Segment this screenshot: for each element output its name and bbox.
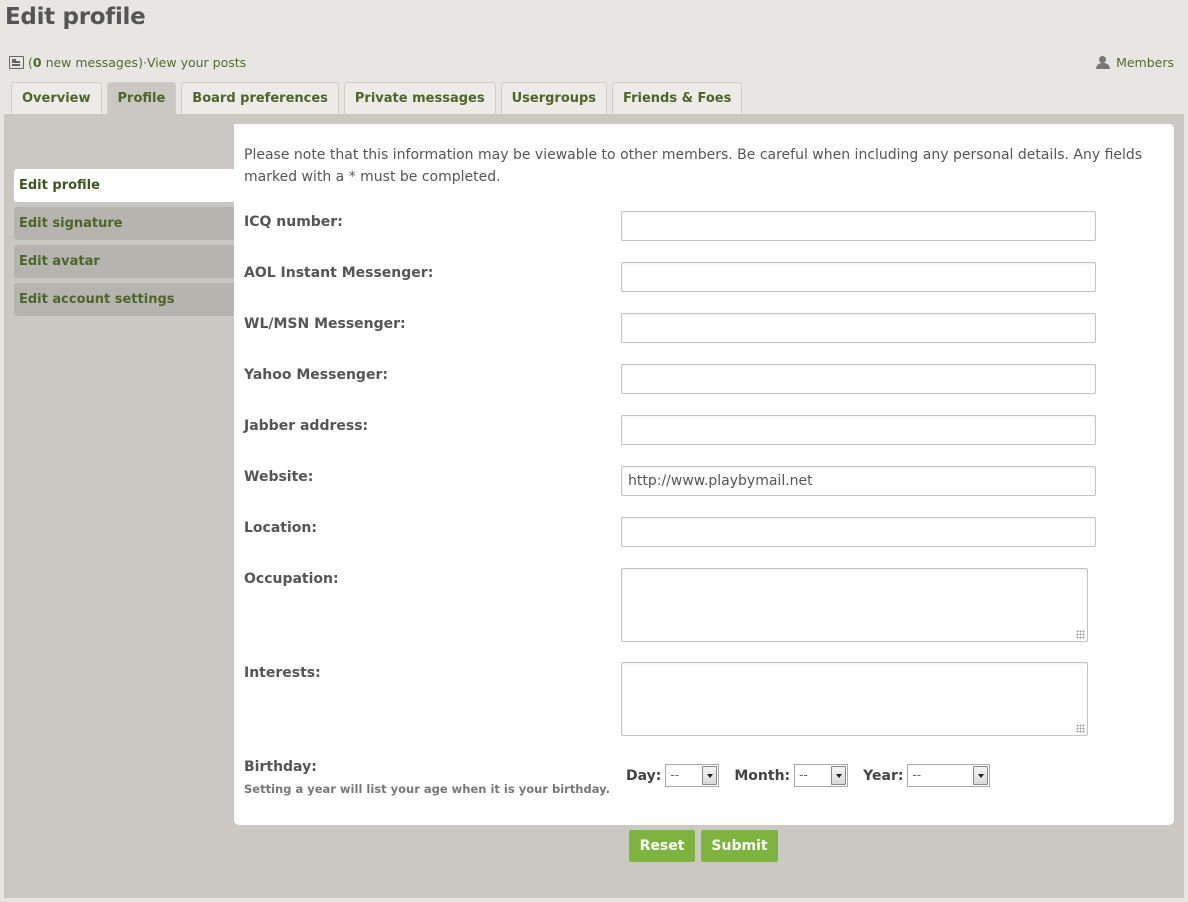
sidebar-item-edit-avatar[interactable]: Edit avatar [14,245,234,278]
sidebar-item-edit-account-settings[interactable]: Edit account settings [14,283,234,316]
jabber-label: Jabber address: [244,418,369,434]
new-messages-link[interactable]: (0 new messages) [28,55,143,70]
inbox-icon [9,56,24,69]
sidebar-item-edit-profile[interactable]: Edit profile [14,169,234,202]
resize-grip-icon[interactable] [1076,630,1085,639]
members-icon [1095,56,1111,69]
aim-input[interactable] [621,262,1096,292]
msn-input[interactable] [621,313,1096,343]
msn-label: WL/MSN Messenger: [244,316,406,332]
icq-input[interactable] [621,211,1096,241]
chevron-down-icon [702,766,718,785]
day-label: Day: [626,767,662,784]
form-notice: Please note that this information may be… [244,147,1143,185]
members-link[interactable]: Members [1095,55,1174,70]
birthday-selectors: Day: -- Month: -- Year: -- [626,764,1005,787]
tab-friends-foes[interactable]: Friends & Foes [612,82,743,114]
website-input[interactable]: http://www.playbymail.net [621,466,1096,496]
year-value: -- [912,768,922,782]
members-label: Members [1116,55,1174,70]
page-title: Edit profile [5,4,146,30]
aim-label: AOL Instant Messenger: [244,265,434,281]
day-select[interactable]: -- [665,764,720,787]
submit-button[interactable]: Submit [701,830,778,862]
tab-profile[interactable]: Profile [106,82,177,114]
resize-grip-icon[interactable] [1076,724,1085,733]
profile-form: Please note that this information may be… [234,124,1174,825]
birthday-label: Birthday: [244,759,317,775]
location-input[interactable] [621,517,1096,547]
location-label: Location: [244,520,317,536]
sidebar-item-edit-signature[interactable]: Edit signature [14,207,234,240]
sidebar: Edit profile Edit signature Edit avatar … [14,169,234,321]
reset-button[interactable]: Reset [629,830,695,862]
birthday-hint: Setting a year will list your age when i… [244,782,610,796]
interests-textarea[interactable] [621,662,1088,736]
tab-usergroups[interactable]: Usergroups [500,82,608,114]
view-posts-link[interactable]: View your posts [147,55,246,70]
year-label: Year: [863,767,904,784]
interests-label: Interests: [244,665,321,681]
messages-bar: (0 new messages) · View your posts [9,55,246,70]
website-label: Website: [244,469,314,485]
month-value: -- [799,768,808,782]
jabber-input[interactable] [621,415,1096,445]
yahoo-input[interactable] [621,364,1096,394]
yahoo-label: Yahoo Messenger: [244,367,388,383]
tab-private-messages[interactable]: Private messages [343,82,496,114]
occupation-textarea[interactable] [621,568,1088,642]
month-select[interactable]: -- [794,764,849,787]
year-select[interactable]: -- [907,764,991,787]
occupation-label: Occupation: [244,571,339,587]
chevron-down-icon [973,766,989,785]
icq-label: ICQ number: [244,214,343,230]
month-label: Month: [734,767,791,784]
day-value: -- [670,768,680,782]
tab-board-preferences[interactable]: Board preferences [181,82,339,114]
chevron-down-icon [831,766,847,785]
tab-overview[interactable]: Overview [11,82,102,114]
tab-bar: Overview Profile Board preferences Priva… [11,82,747,114]
